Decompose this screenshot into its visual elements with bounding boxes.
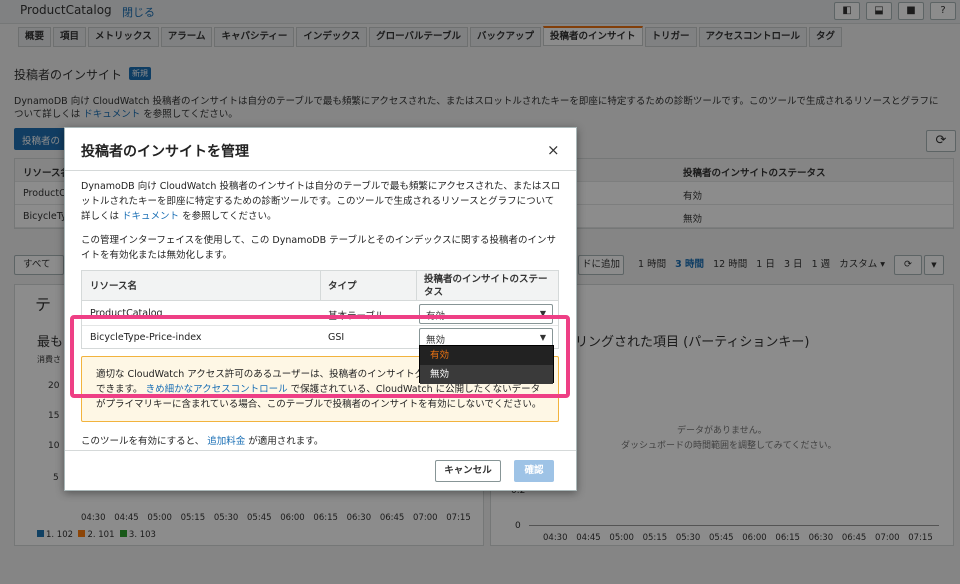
- fine-grained-access-link[interactable]: きめ細かなアクセスコントロール: [146, 384, 288, 395]
- header-status: 投稿者のインサイトのステータス: [424, 274, 548, 298]
- row-type: GSI: [328, 332, 345, 343]
- dialog-intro: DynamoDB 向け CloudWatch 投稿者のインサイトは自分のテーブル…: [81, 179, 561, 224]
- option-enabled[interactable]: 有効: [420, 346, 553, 365]
- pricing-note: このツールを有効にすると、 追加料金 が適用されます。: [81, 433, 323, 447]
- header-type: タイプ: [328, 281, 357, 292]
- status-dropdown-menu: 有効 無効: [419, 345, 554, 384]
- cancel-button[interactable]: キャンセル: [435, 460, 501, 482]
- intro-text-end: を参照してください。: [182, 211, 277, 222]
- divider: [65, 170, 576, 171]
- pricing-link[interactable]: 追加料金: [207, 436, 245, 447]
- row-name: ProductCatalog: [90, 308, 163, 319]
- resource-status-table: リソース名 タイプ 投稿者のインサイトのステータス ProductCatalog…: [81, 270, 559, 349]
- select-value: 有効: [426, 311, 446, 322]
- pricing-text: このツールを有効にすると、: [81, 436, 205, 447]
- dialog-title: 投稿者のインサイトを管理: [81, 144, 249, 160]
- col-divider: [416, 271, 417, 301]
- warning-line2: できます。: [96, 384, 143, 395]
- table-row: ProductCatalog 基本テーブル 有効 ▼: [82, 302, 558, 326]
- warning-line1: 適切な CloudWatch アクセス許可のあるユーザーは、投稿者のインサイトグ: [96, 369, 425, 380]
- status-select[interactable]: 有効 ▼: [419, 304, 553, 324]
- divider: [65, 450, 576, 451]
- caret-down-icon: ▼: [539, 309, 546, 318]
- warning-line3: がプライマリキーに含まれている場合、このテーブルで投稿者のインサイトを有効にしな…: [96, 399, 542, 410]
- pricing-text-end: が適用されます。: [248, 436, 324, 447]
- row-name: BicycleType-Price-index: [90, 332, 202, 343]
- confirm-button[interactable]: 確認: [514, 460, 554, 482]
- option-disabled[interactable]: 無効: [420, 365, 553, 384]
- manage-description: この管理インターフェイスを使用して、この DynamoDB テーブルとそのインデ…: [81, 235, 556, 261]
- header-resource: リソース名: [90, 281, 138, 292]
- caret-down-icon: ▼: [539, 333, 546, 342]
- manage-insights-dialog: 投稿者のインサイトを管理 × DynamoDB 向け CloudWatch 投稿…: [64, 127, 577, 491]
- warning-line2-end: で保護されている、CloudWatch に公開したくないデータ: [290, 384, 541, 395]
- row-type: 基本テーブル: [328, 311, 385, 322]
- docs-link[interactable]: ドキュメント: [122, 211, 179, 222]
- close-icon[interactable]: ×: [547, 141, 560, 159]
- col-divider: [320, 271, 321, 301]
